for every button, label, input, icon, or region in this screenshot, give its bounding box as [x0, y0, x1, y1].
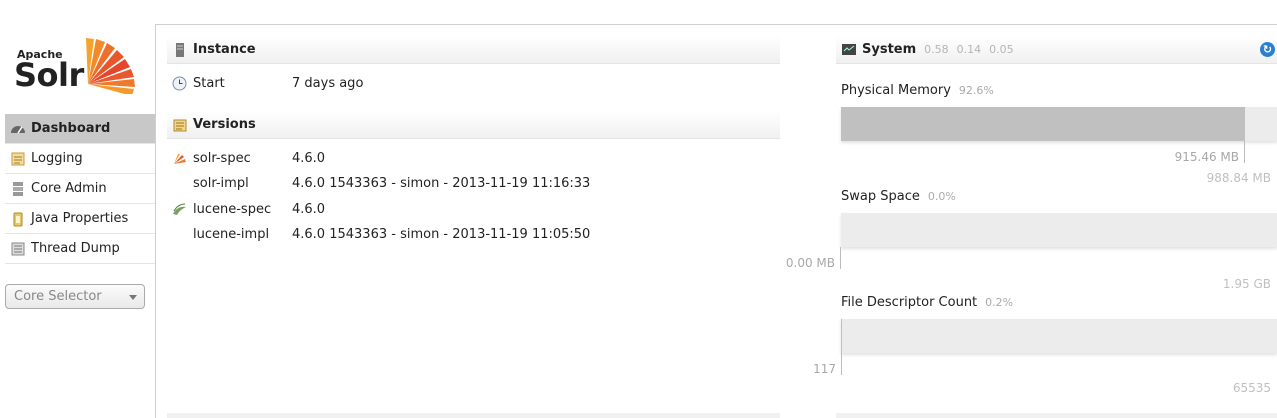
system-monitor-icon: [842, 43, 856, 57]
dashboard-icon: [10, 121, 26, 137]
load-average-5: 0.14: [956, 43, 982, 56]
versions-panel-header: Versions: [167, 111, 780, 139]
server-icon: [173, 42, 187, 57]
version-row: solr-impl 4.6.0 1543363 - simon - 2013-1…: [167, 173, 780, 193]
version-key: lucene-impl: [193, 226, 270, 242]
bar-used-value: 915.46 MB: [1174, 150, 1239, 164]
version-key: solr-impl: [193, 175, 249, 191]
bar-used-marker: [841, 353, 842, 375]
sidebar-item-core-admin[interactable]: Core Admin: [5, 174, 155, 204]
bar-percent: 92.6%: [958, 84, 994, 97]
sidebar-item-label: Logging: [31, 151, 83, 166]
version-value: 4.6.0 1543363 - simon - 2013-11-19 11:05…: [292, 226, 591, 242]
core-selector-placeholder: Core Selector: [14, 289, 102, 304]
sidebar-item-label: Thread Dump: [31, 241, 120, 256]
thread-dump-icon: [10, 241, 26, 257]
top-border: [155, 24, 1277, 25]
clock-icon: [172, 76, 187, 91]
logging-icon: [10, 151, 26, 167]
swap-space-label: Swap Space 0.0%: [841, 189, 956, 204]
version-value: 4.6.0 1543363 - simon - 2013-11-19 11:16…: [292, 175, 591, 191]
version-row: lucene-impl 4.6.0 1543363 - simon - 2013…: [167, 224, 780, 244]
versions-title: Versions: [193, 117, 256, 132]
bar-title: File Descriptor Count: [841, 295, 978, 310]
version-row: lucene-spec 4.6.0: [167, 199, 780, 219]
logo-product: Solr: [14, 56, 84, 94]
java-properties-icon: [10, 211, 26, 227]
bar-max-value: 988.84 MB: [1206, 171, 1271, 185]
refresh-icon[interactable]: ↻: [1260, 42, 1275, 57]
physical-memory-bar: [841, 107, 1277, 141]
panel-bottom-edge: [836, 413, 1277, 418]
bar-max-value: 1.95 GB: [1222, 277, 1271, 291]
file-descriptor-label: File Descriptor Count 0.2%: [841, 295, 1013, 310]
instance-start-row: Start 7 days ago: [167, 73, 780, 93]
sidebar-item-dashboard[interactable]: Dashboard: [5, 114, 155, 144]
start-label: Start: [193, 75, 225, 91]
version-row: solr-spec 4.6.0: [167, 148, 780, 168]
version-value: 4.6.0: [292, 150, 326, 166]
bar-used-value: 117: [813, 362, 836, 376]
bar-fill: [841, 319, 842, 353]
chevron-down-icon: [129, 295, 137, 300]
file-descriptor-bar: [841, 319, 1277, 353]
sidebar-item-thread-dump[interactable]: Thread Dump: [5, 234, 155, 264]
solr-logo[interactable]: Apache Solr: [14, 32, 140, 98]
sidebar-item-label: Java Properties: [31, 211, 129, 226]
sun-icon: [86, 38, 135, 94]
bar-title: Swap Space: [841, 189, 920, 204]
bar-percent: 0.2%: [985, 296, 1014, 309]
sidebar-item-java-properties[interactable]: Java Properties: [5, 204, 155, 234]
lucene-icon: [172, 202, 187, 217]
system-panel-header: System 0.58 0.14 0.05 ↻: [836, 36, 1277, 64]
sidebar-item-label: Core Admin: [31, 181, 107, 196]
instance-panel-header: Instance: [167, 36, 780, 64]
bar-title: Physical Memory: [841, 83, 951, 98]
load-average-1: 0.58: [924, 43, 949, 56]
instance-title: Instance: [193, 42, 256, 57]
bar-used-marker: [1244, 141, 1245, 163]
core-selector-dropdown[interactable]: Core Selector: [5, 284, 145, 309]
bar-percent: 0.0%: [927, 190, 956, 203]
sidebar-item-logging[interactable]: Logging: [5, 144, 155, 174]
sidebar-divider: [155, 24, 156, 418]
solr-icon: [172, 151, 187, 166]
sidebar-nav: Dashboard Logging Core Admin Java Proper…: [5, 114, 155, 264]
panel-bottom-edge: [167, 413, 780, 418]
version-value: 4.6.0: [292, 201, 326, 217]
load-average-15: 0.05: [989, 43, 1014, 56]
physical-memory-label: Physical Memory 92.6%: [841, 83, 994, 98]
versions-icon: [173, 118, 187, 132]
version-key: solr-spec: [193, 150, 251, 166]
bar-used-value: 0.00 MB: [785, 256, 835, 270]
version-key: lucene-spec: [193, 201, 272, 217]
system-title: System: [862, 42, 917, 57]
start-value: 7 days ago: [292, 75, 364, 91]
bar-max-value: 65535: [1232, 381, 1271, 395]
core-admin-icon: [10, 181, 26, 197]
sidebar-item-label: Dashboard: [31, 121, 111, 136]
bar-used-marker: [840, 247, 841, 269]
bar-fill: [841, 107, 1245, 141]
swap-space-bar: [841, 213, 1277, 247]
